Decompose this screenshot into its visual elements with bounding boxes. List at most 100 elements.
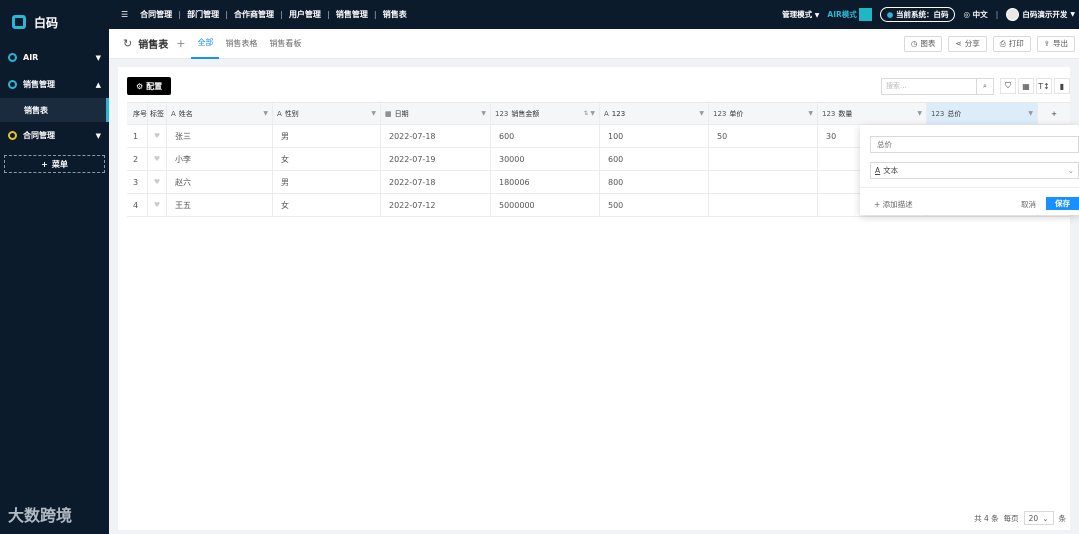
field-type-select[interactable]: A 文本 ⌄ [870, 162, 1079, 179]
sidebar-item-sales[interactable]: 销售管理 ▲ [0, 71, 109, 98]
header-total[interactable]: 123 总价 ▼ [927, 103, 1038, 124]
sidebar-item-label: AIR [23, 53, 39, 62]
heart-icon[interactable]: ♥ [154, 201, 160, 209]
text-type-icon: A [277, 109, 282, 118]
cell-tag[interactable]: ♥ [148, 125, 167, 147]
cell-unit-price[interactable] [709, 171, 818, 193]
add-column-button[interactable]: + [1038, 103, 1070, 124]
cell-gender[interactable]: 女 [273, 194, 381, 216]
cell-sales-amount[interactable]: 30000 [491, 148, 600, 170]
language-switch[interactable]: ◎ 中文 [963, 9, 987, 20]
caret-down-icon[interactable]: ▼ [808, 110, 813, 117]
cell-name[interactable]: 张三 [167, 125, 273, 147]
page-size-select[interactable]: 20 ⌄ [1023, 511, 1054, 525]
bar-chart-icon[interactable]: ▮ [1054, 78, 1070, 94]
heart-icon[interactable]: ♥ [154, 132, 160, 140]
top-nav-item[interactable]: 合作商管理 [228, 9, 280, 20]
cell-date[interactable]: 2022-07-19 [381, 148, 491, 170]
font-size-icon[interactable]: T↕ [1036, 78, 1052, 94]
cell-123[interactable]: 800 [600, 171, 709, 193]
caret-down-icon[interactable]: ▼ [699, 110, 704, 117]
header-sales-amount[interactable]: 123 销售金额 ⇅ ▼ [491, 103, 600, 124]
top-nav-item[interactable]: 部门管理 [181, 9, 225, 20]
total-count: 共 4 条 [974, 513, 999, 523]
top-bar: ☰ 合同管理 | 部门管理 | 合作商管理 | 用户管理 | 销售管理 | 销售表 管理模… [109, 0, 1079, 29]
tab-all[interactable]: 全部 [191, 29, 220, 59]
tab-sales-grid[interactable]: 销售表格 [219, 29, 263, 59]
cell-sales-amount[interactable]: 5000000 [491, 194, 600, 216]
cell-unit-price[interactable]: 50 [709, 125, 818, 147]
field-name-input[interactable]: 总价 [870, 136, 1079, 153]
sidebar-item-air[interactable]: AIR ▼ [0, 44, 109, 71]
add-description-button[interactable]: + 添加描述 [874, 199, 913, 210]
cell-tag[interactable]: ♥ [148, 148, 167, 170]
top-nav-item[interactable]: 销售管理 [330, 9, 374, 20]
gear-icon: ⚙ [136, 81, 144, 91]
export-button[interactable]: ⇪ 导出 [1036, 35, 1075, 52]
chevron-down-icon: ⌄ [1067, 166, 1074, 175]
heart-icon[interactable]: ♥ [154, 155, 160, 163]
cell-date[interactable]: 2022-07-18 [381, 125, 491, 147]
sidebar-item-contract[interactable]: 合同管理 ▼ [0, 122, 109, 149]
cell-date[interactable]: 2022-07-18 [381, 171, 491, 193]
sort-icon[interactable]: ⇅ ▼ [583, 110, 595, 117]
filter-icon[interactable]: ⛉ [1000, 78, 1016, 94]
group-icon[interactable]: ▦ [1018, 78, 1034, 94]
header-quantity[interactable]: 123 数量 ▼ [818, 103, 927, 124]
top-nav-item[interactable]: 合同管理 [134, 9, 178, 20]
header-gender[interactable]: A 性别 ▼ [273, 103, 381, 124]
cell-123[interactable]: 500 [600, 194, 709, 216]
header-name[interactable]: A 姓名 ▼ [167, 103, 273, 124]
cell-gender[interactable]: 女 [273, 148, 381, 170]
cell-tag[interactable]: ♥ [148, 194, 167, 216]
cell-date[interactable]: 2022-07-12 [381, 194, 491, 216]
config-button[interactable]: ⚙ 配置 [127, 77, 172, 95]
cell-gender[interactable]: 男 [273, 171, 381, 193]
header-123[interactable]: A 123 ▼ [600, 103, 709, 124]
refresh-icon[interactable]: ↻ [123, 37, 132, 50]
top-nav-item[interactable]: 用户管理 [283, 9, 327, 20]
air-mode-toggle[interactable]: AIR模式 [827, 8, 872, 21]
print-button[interactable]: ⎙ 打印 [992, 35, 1031, 52]
cell-index: 2 [127, 148, 148, 170]
save-button[interactable]: 保存 [1046, 197, 1079, 210]
cell-unit-price[interactable] [709, 194, 818, 216]
top-nav-item[interactable]: 销售表 [377, 9, 413, 20]
sidebar-subitem-sales-table[interactable]: 销售表 [0, 98, 109, 122]
cell-gender[interactable]: 男 [273, 125, 381, 147]
user-menu[interactable]: 白码演示开发 ▼ [1006, 8, 1075, 21]
cell-123[interactable]: 100 [600, 125, 709, 147]
tab-sales-board[interactable]: 销售看板 [263, 29, 307, 59]
cell-sales-amount[interactable]: 180006 [491, 171, 600, 193]
search-input[interactable]: 搜索... ⌕ [881, 77, 994, 95]
app-logo[interactable]: 白码 [0, 0, 109, 44]
share-button[interactable]: ⋖ 分享 [948, 35, 987, 52]
cell-unit-price[interactable] [709, 148, 818, 170]
search-icon[interactable]: ⌕ [976, 78, 993, 94]
current-system-badge[interactable]: ● 当前系统：白码 [879, 7, 956, 22]
menu-toggle-icon[interactable]: ☰ [121, 10, 128, 19]
caret-down-icon[interactable]: ▼ [1028, 110, 1033, 117]
cell-tag[interactable]: ♥ [148, 171, 167, 193]
add-menu-button[interactable]: + 菜单 [4, 155, 105, 173]
current-system-label: 当前系统：白码 [895, 10, 949, 19]
cancel-button[interactable]: 取消 [1021, 199, 1036, 210]
add-view-icon[interactable]: + [176, 37, 185, 50]
sidebar-subitem-label: 销售表 [24, 105, 48, 115]
caret-down-icon: ▼ [95, 131, 101, 140]
caret-down-icon[interactable]: ▼ [371, 110, 376, 117]
cell-123[interactable]: 600 [600, 148, 709, 170]
cell-name[interactable]: 小李 [167, 148, 273, 170]
caret-down-icon[interactable]: ▼ [481, 110, 486, 117]
cell-index: 1 [127, 125, 148, 147]
chart-button[interactable]: ◷ 图表 [903, 35, 943, 52]
caret-down-icon[interactable]: ▼ [917, 110, 922, 117]
heart-icon[interactable]: ♥ [154, 178, 160, 186]
cell-name[interactable]: 赵六 [167, 171, 273, 193]
header-unit-price[interactable]: 123 单价 ▼ [709, 103, 818, 124]
caret-down-icon[interactable]: ▼ [263, 110, 268, 117]
cell-name[interactable]: 王五 [167, 194, 273, 216]
header-date[interactable]: ▦ 日期 ▼ [381, 103, 491, 124]
cell-sales-amount[interactable]: 600 [491, 125, 600, 147]
mode-dropdown[interactable]: 管理模式 ▼ [782, 9, 819, 20]
